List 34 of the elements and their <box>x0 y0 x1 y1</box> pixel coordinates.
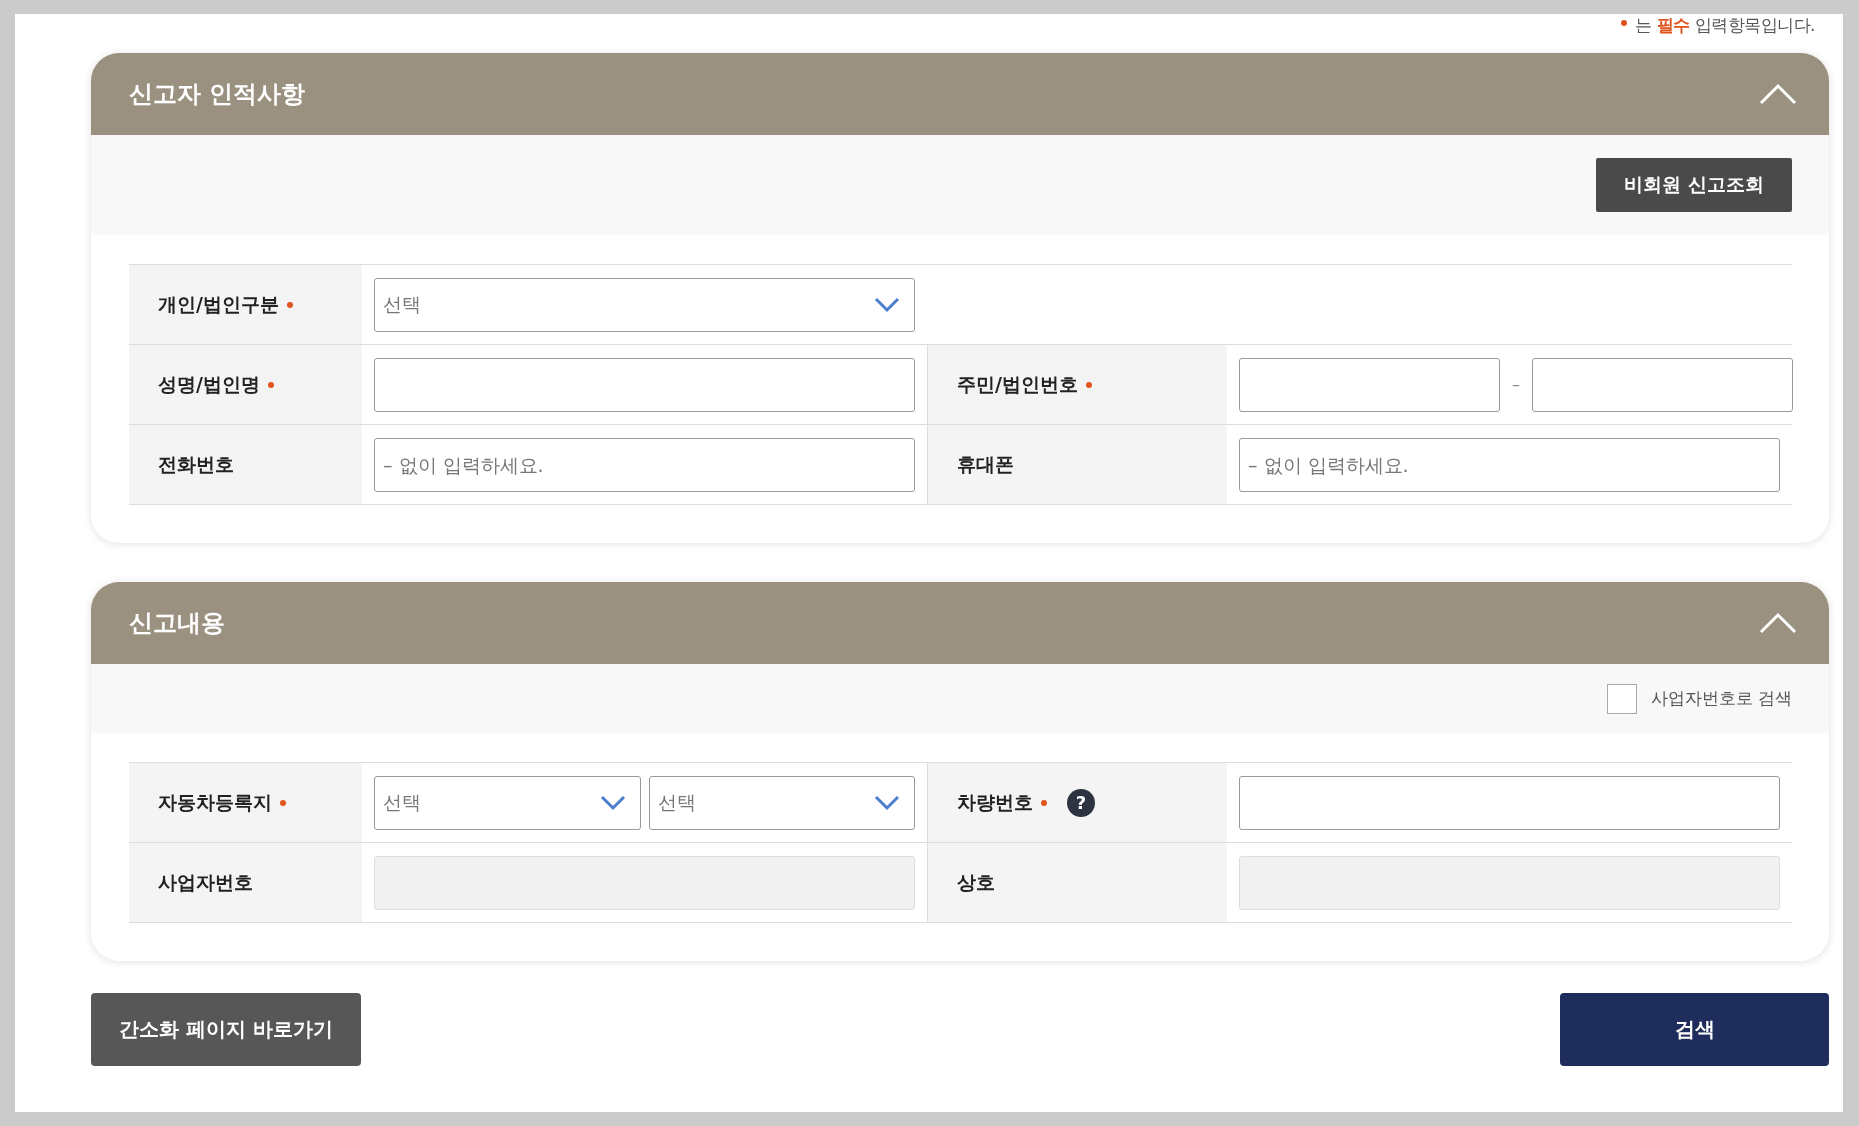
input-field[interactable] <box>374 357 915 412</box>
checkbox[interactable] <box>1606 683 1637 714</box>
collapse-chevron-icon[interactable] <box>1759 612 1797 634</box>
input-field[interactable] <box>1239 357 1500 412</box>
field-label: 휴대폰 <box>957 451 1014 477</box>
field-label: 성명/법인명 <box>158 371 260 397</box>
help-icon[interactable]: ? <box>1067 788 1095 817</box>
field-label: 사업자번호 <box>158 869 253 895</box>
input-field[interactable]: – 없이 입력하세요. <box>1239 437 1780 492</box>
chevron-down-icon <box>874 794 900 811</box>
field-label: 상호 <box>957 869 995 895</box>
required-dot-icon <box>1621 20 1628 26</box>
select-dropdown[interactable]: 선택 <box>374 277 915 332</box>
field-label: 자동차등록지 <box>158 789 272 815</box>
shortcut-button[interactable]: 간소화 페이지 바로가기 <box>91 993 361 1066</box>
section-title: 신고자 인적사항 <box>129 79 306 110</box>
search-button[interactable]: 검색 <box>1560 993 1829 1066</box>
input-field[interactable]: – 없이 입력하세요. <box>374 437 915 492</box>
chevron-down-icon <box>874 296 900 313</box>
required-notice: 는 필수 입력항목입니다. <box>1635 14 1815 37</box>
select-dropdown[interactable]: 선택 <box>374 775 641 830</box>
lookup-button[interactable]: 비회원 신고조회 <box>1596 158 1792 212</box>
separator-dash: – <box>1511 375 1521 394</box>
chevron-down-icon <box>599 794 626 811</box>
field-label: 전화번호 <box>158 451 234 477</box>
field-label: 주민/법인번호 <box>957 371 1078 397</box>
field-label: 개인/법인구분 <box>158 291 279 317</box>
collapse-chevron-icon[interactable] <box>1759 83 1797 105</box>
input-field[interactable] <box>1239 775 1780 830</box>
select-dropdown[interactable]: 선택 <box>648 775 915 830</box>
field-label: 차량번호 <box>957 789 1033 815</box>
section-title: 신고내용 <box>129 608 225 639</box>
checkbox-label: 사업자번호로 검색 <box>1650 687 1792 710</box>
input-field[interactable] <box>1532 357 1793 412</box>
